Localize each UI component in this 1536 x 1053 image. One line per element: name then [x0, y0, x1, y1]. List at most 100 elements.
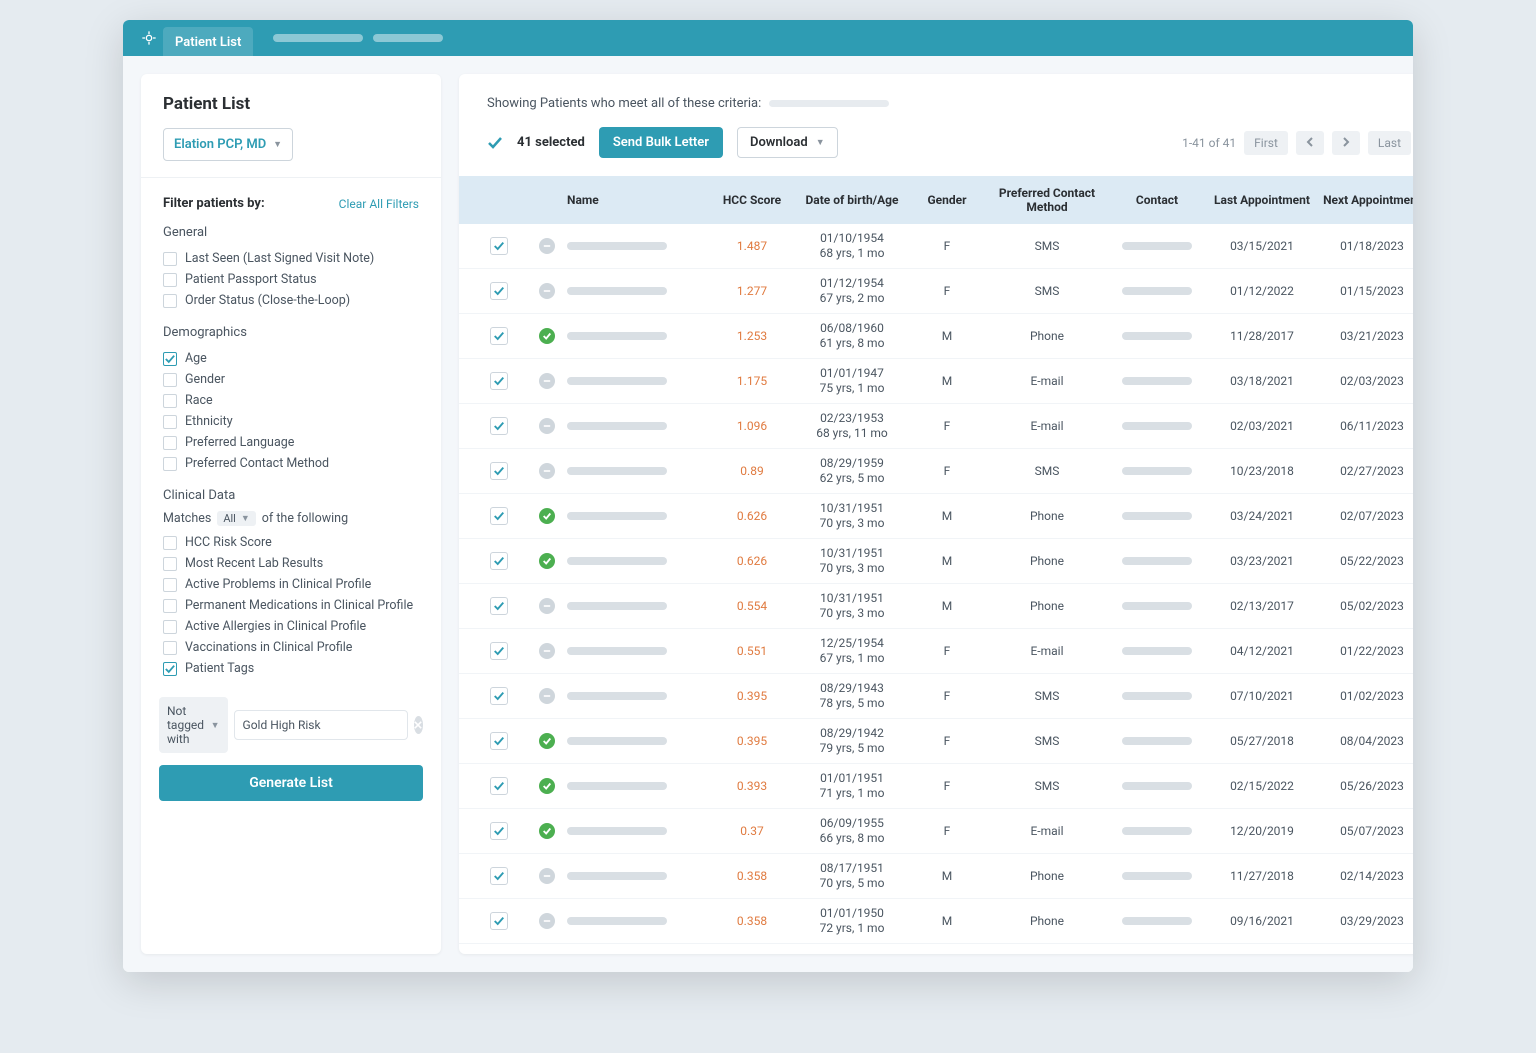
table-row[interactable]: 1.175 01/01/194775 yrs, 1 mo M E-mail 03…: [459, 359, 1413, 404]
col-next-appt[interactable]: Next Appointment: [1317, 193, 1413, 207]
filter-demographics-5[interactable]: Preferred Contact Method: [163, 453, 419, 474]
last-appointment: 02/15/2022: [1207, 779, 1317, 793]
col-contact[interactable]: Contact: [1107, 193, 1207, 207]
row-checkbox[interactable]: [490, 912, 508, 930]
filter-clinical-1[interactable]: Most Recent Lab Results: [163, 553, 419, 574]
filter-clinical-2[interactable]: Active Problems in Clinical Profile: [163, 574, 419, 595]
filter-demographics-1[interactable]: Gender: [163, 369, 419, 390]
table-row[interactable]: 0.626 10/31/195170 yrs, 3 mo M Phone 03/…: [459, 494, 1413, 539]
col-hcc[interactable]: HCC Score: [707, 193, 797, 207]
contact-method: SMS: [987, 284, 1107, 298]
filter-label: Order Status (Close-the-Loop): [185, 293, 350, 308]
table-row[interactable]: 0.551 12/25/195467 yrs, 1 mo F E-mail 04…: [459, 629, 1413, 674]
pager-last[interactable]: Last: [1368, 131, 1411, 155]
group-general-title: General: [163, 225, 419, 240]
filter-general-1[interactable]: Patient Passport Status: [163, 269, 419, 290]
tag-value-input[interactable]: [234, 710, 408, 740]
row-checkbox[interactable]: [490, 687, 508, 705]
status-indicator-icon: [539, 598, 555, 614]
row-checkbox[interactable]: [490, 552, 508, 570]
table-row[interactable]: 1.096 02/23/195368 yrs, 11 mo F E-mail 0…: [459, 404, 1413, 449]
contact-placeholder: [1122, 422, 1192, 430]
row-checkbox[interactable]: [490, 642, 508, 660]
filter-general-0[interactable]: Last Seen (Last Signed Visit Note): [163, 248, 419, 269]
row-checkbox[interactable]: [490, 867, 508, 885]
dob-age: 08/29/194279 yrs, 5 mo: [797, 726, 907, 756]
dob-age: 10/31/195170 yrs, 3 mo: [797, 501, 907, 531]
tag-clear-button[interactable]: [414, 716, 423, 734]
row-checkbox[interactable]: [490, 417, 508, 435]
status-indicator-icon: [539, 418, 555, 434]
patient-name-placeholder: [567, 287, 667, 295]
generate-list-button[interactable]: Generate List: [159, 765, 423, 801]
group-demographics-title: Demographics: [163, 325, 419, 340]
filter-demographics-4[interactable]: Preferred Language: [163, 432, 419, 453]
table-row[interactable]: 0.89 08/29/195962 yrs, 5 mo F SMS 10/23/…: [459, 449, 1413, 494]
row-checkbox[interactable]: [490, 597, 508, 615]
gender: F: [907, 779, 987, 793]
filter-demographics-3[interactable]: Ethnicity: [163, 411, 419, 432]
row-checkbox[interactable]: [490, 732, 508, 750]
hcc-score: 0.37: [707, 824, 797, 838]
dob-age: 01/01/195072 yrs, 1 mo: [797, 906, 907, 936]
table-row[interactable]: 0.393 01/01/195171 yrs, 1 mo F SMS 02/15…: [459, 764, 1413, 809]
filter-clinical-0[interactable]: HCC Risk Score: [163, 532, 419, 553]
table-row[interactable]: 1.277 01/12/195467 yrs, 2 mo F SMS 01/12…: [459, 269, 1413, 314]
contact-method: Phone: [987, 329, 1107, 343]
pcp-dropdown[interactable]: Elation PCP, MD ▼: [163, 128, 293, 161]
table-row[interactable]: 0.37 06/09/195566 yrs, 8 mo F E-mail 12/…: [459, 809, 1413, 854]
filter-clinical-4[interactable]: Active Allergies in Clinical Profile: [163, 616, 419, 637]
filter-label: Active Problems in Clinical Profile: [185, 577, 371, 592]
table-row[interactable]: 0.395 08/29/194279 yrs, 5 mo F SMS 05/27…: [459, 719, 1413, 764]
col-name[interactable]: Name: [567, 193, 707, 207]
download-button[interactable]: Download▼: [737, 127, 838, 158]
tab-patient-list[interactable]: Patient List: [163, 27, 253, 58]
table-row[interactable]: 0.554 10/31/195170 yrs, 3 mo M Phone 02/…: [459, 584, 1413, 629]
next-appointment: 05/02/2023: [1317, 599, 1413, 613]
col-dob[interactable]: Date of birth/Age: [797, 193, 907, 207]
row-checkbox[interactable]: [490, 462, 508, 480]
filter-clinical-6[interactable]: Patient Tags: [163, 658, 419, 679]
row-checkbox[interactable]: [490, 282, 508, 300]
send-bulk-letter-button[interactable]: Send Bulk Letter: [599, 127, 723, 158]
col-gender[interactable]: Gender: [907, 193, 987, 207]
patient-name-placeholder: [567, 782, 667, 790]
filter-label: Vaccinations in Clinical Profile: [185, 640, 352, 655]
group-clinical-title: Clinical Data: [163, 488, 419, 503]
table-row[interactable]: 0.358 01/01/195072 yrs, 1 mo M Phone 09/…: [459, 899, 1413, 944]
selected-count: 41 selected: [517, 135, 585, 150]
status-indicator-icon: [539, 688, 555, 704]
pager-prev[interactable]: [1296, 131, 1324, 155]
gender: M: [907, 509, 987, 523]
row-checkbox[interactable]: [490, 822, 508, 840]
contact-method: Phone: [987, 914, 1107, 928]
row-checkbox[interactable]: [490, 237, 508, 255]
contact-method: E-mail: [987, 419, 1107, 433]
contact-method: SMS: [987, 734, 1107, 748]
tag-operator-select[interactable]: Not tagged with▼: [159, 697, 228, 753]
table-row[interactable]: 0.395 08/29/194378 yrs, 5 mo F SMS 07/10…: [459, 674, 1413, 719]
table-row[interactable]: 0.358 08/17/195170 yrs, 5 mo M Phone 11/…: [459, 854, 1413, 899]
patient-name-placeholder: [567, 692, 667, 700]
row-checkbox[interactable]: [490, 507, 508, 525]
table-row[interactable]: 0.626 10/31/195170 yrs, 3 mo M Phone 03/…: [459, 539, 1413, 584]
filter-demographics-2[interactable]: Race: [163, 390, 419, 411]
table-row[interactable]: 1.253 06/08/196061 yrs, 8 mo M Phone 11/…: [459, 314, 1413, 359]
row-checkbox[interactable]: [490, 372, 508, 390]
col-contact-method[interactable]: Preferred Contact Method: [987, 186, 1107, 214]
filter-general-2[interactable]: Order Status (Close-the-Loop): [163, 290, 419, 311]
sidebar-title: Patient List: [163, 94, 419, 114]
select-all-checkbox[interactable]: [487, 135, 503, 151]
filter-demographics-0[interactable]: Age: [163, 348, 419, 369]
filter-clinical-3[interactable]: Permanent Medications in Clinical Profil…: [163, 595, 419, 616]
col-last-appt[interactable]: Last Appointment: [1207, 193, 1317, 207]
row-checkbox[interactable]: [490, 327, 508, 345]
table-row[interactable]: 1.487 01/10/195468 yrs, 1 mo F SMS 03/15…: [459, 224, 1413, 269]
contact-placeholder: [1122, 827, 1192, 835]
pager-next[interactable]: [1332, 131, 1360, 155]
clear-filters-link[interactable]: Clear All Filters: [339, 197, 419, 211]
row-checkbox[interactable]: [490, 777, 508, 795]
filter-clinical-5[interactable]: Vaccinations in Clinical Profile: [163, 637, 419, 658]
pager-first[interactable]: First: [1244, 131, 1288, 155]
matches-select[interactable]: All ▼: [217, 511, 255, 526]
